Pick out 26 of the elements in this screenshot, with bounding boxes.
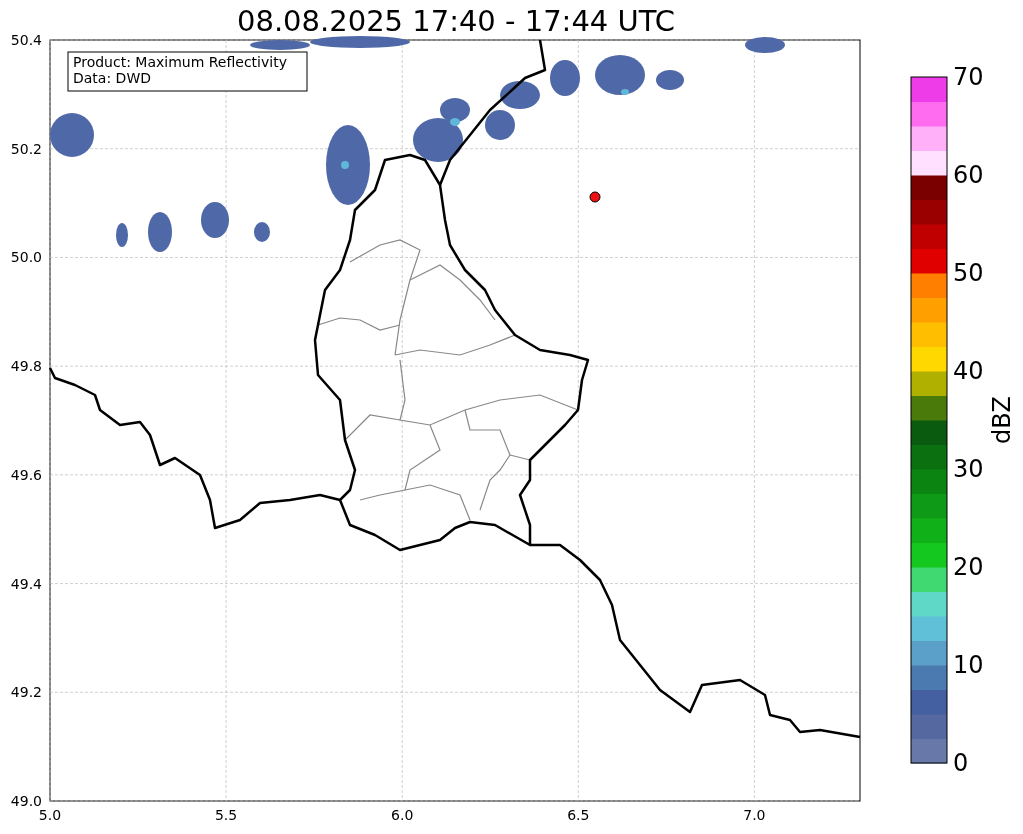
axis-tick-label: 6.0 xyxy=(391,807,414,823)
colorbar-tick-label: 70 xyxy=(953,63,984,91)
colorbar-tick-label: 40 xyxy=(953,357,984,385)
colorbar-tick-label: 20 xyxy=(953,553,984,581)
axis-tick-label: 7.0 xyxy=(743,807,766,823)
axis-tick-label: 50.0 xyxy=(10,249,42,266)
colorbar-label: dBZ xyxy=(988,395,1016,445)
axis-tick-label: 49.8 xyxy=(10,358,42,375)
axis-tick-label: 49.4 xyxy=(10,575,42,592)
colorbar-tick-label: 50 xyxy=(953,259,984,287)
axis-tick-label: 50.2 xyxy=(10,140,42,157)
axis-tick-label: 49.0 xyxy=(10,793,42,809)
location-marker xyxy=(589,191,601,203)
colorbar-tick-label: 30 xyxy=(953,455,984,483)
axis-tick-label: 5.0 xyxy=(38,807,62,823)
info-text: Product: Maximum Reflectivity xyxy=(73,54,287,70)
colorbar-tick-label: 10 xyxy=(953,651,984,679)
axis-tick-label: 50.4 xyxy=(10,32,42,48)
info-text: Data: DWD xyxy=(73,70,151,86)
axis-tick-label: 49.6 xyxy=(10,466,42,483)
axis-tick-label: 5.5 xyxy=(214,807,238,823)
chart-title: 08.08.2025 17:40 - 17:44 UTC xyxy=(237,4,675,38)
axis-tick-label: 49.2 xyxy=(10,684,42,701)
axis-tick-label: 6.5 xyxy=(567,807,590,823)
colorbar-tick-label: 0 xyxy=(953,749,969,777)
colorbar-tick-label: 60 xyxy=(953,161,984,189)
